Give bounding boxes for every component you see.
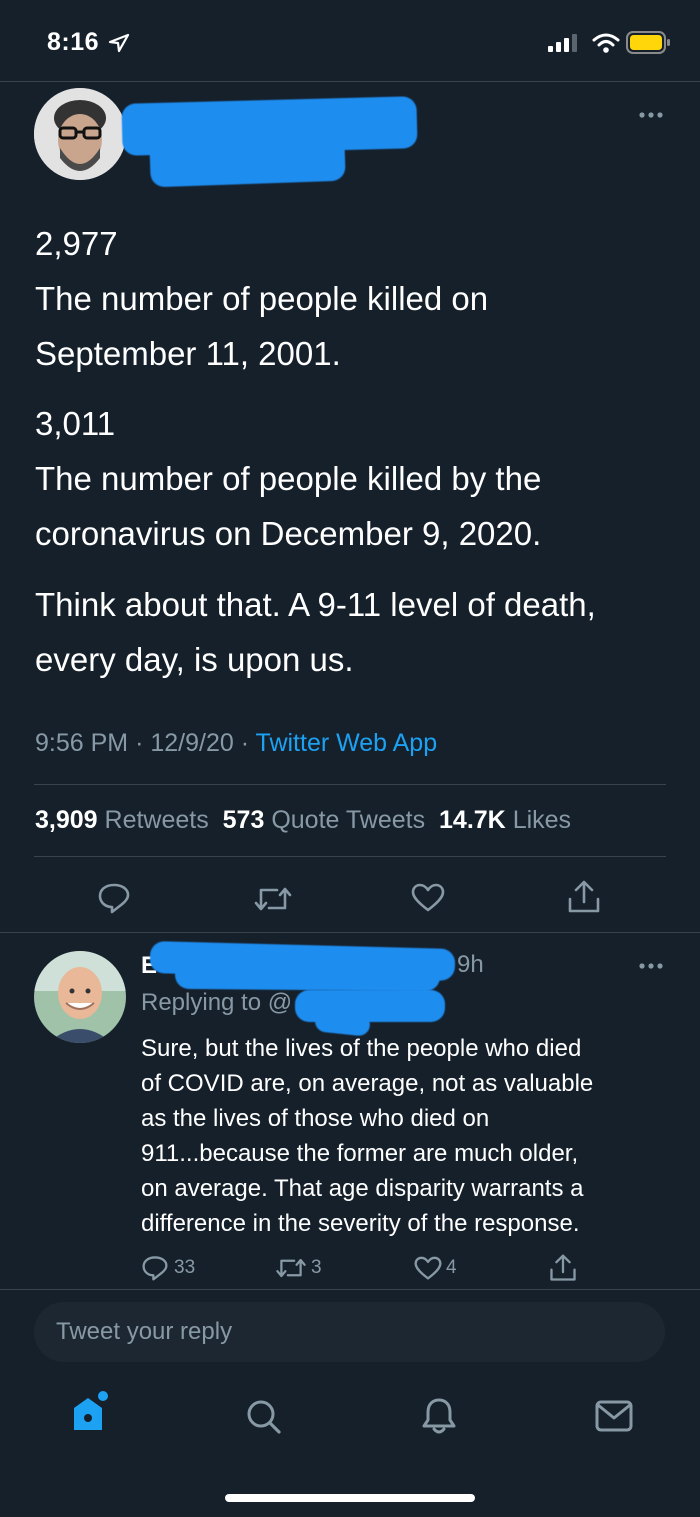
meta-divider <box>34 784 666 785</box>
reply-composer[interactable]: Tweet your reply <box>34 1302 665 1362</box>
retweets-stat[interactable]: 3,909 Retweets <box>35 806 209 834</box>
signal-icon <box>548 34 577 52</box>
tweet-line: every day, is upon us. <box>35 641 354 678</box>
reply-retweet-count: 3 <box>311 1257 322 1278</box>
likes-label: Likes <box>512 806 572 834</box>
tweet-line: 2,977 <box>35 225 118 262</box>
reply-like-action[interactable]: 4 <box>414 1254 457 1282</box>
quotes-label: Quote Tweets <box>271 806 426 834</box>
reply-count: 33 <box>174 1257 196 1278</box>
more-icon[interactable] <box>639 111 663 119</box>
reply-line: difference in the severity of the respon… <box>141 1210 580 1237</box>
author-avatar[interactable] <box>34 88 126 180</box>
header-divider <box>0 81 700 82</box>
tweet-line: Think about that. A 9-11 level of death, <box>35 586 596 623</box>
tweet-line: September 11, 2001. <box>35 335 341 372</box>
retweet-icon[interactable] <box>253 884 293 914</box>
replying-to: Replying to @ <box>141 989 293 1016</box>
composer-divider <box>0 1289 700 1290</box>
like-icon[interactable] <box>411 883 445 913</box>
retweets-count: 3,909 <box>35 806 98 834</box>
retweet-icon <box>276 1258 306 1278</box>
tweet-source-link[interactable]: Twitter Web App <box>256 729 438 757</box>
likes-stat[interactable]: 14.7K Likes <box>439 806 571 834</box>
wifi-icon <box>592 33 620 53</box>
share-icon[interactable] <box>567 880 601 914</box>
messages-icon[interactable] <box>595 1400 633 1432</box>
reply-icon <box>142 1256 168 1281</box>
reply-line: 911...because the former are much older, <box>141 1140 579 1167</box>
tweet-date: 12/9/20 <box>150 729 234 757</box>
status-time: 8:16 <box>47 28 100 56</box>
tweet-divider <box>0 932 700 933</box>
replier-handle-redaction <box>174 960 441 992</box>
location-arrow-icon <box>108 33 130 53</box>
author-handle-redaction <box>149 132 346 188</box>
notifications-icon[interactable] <box>421 1396 457 1436</box>
tweet-paragraph-2: 3,011 The number of people killed by the… <box>35 396 675 561</box>
retweets-label: Retweets <box>104 806 209 834</box>
replier-avatar[interactable] <box>34 951 126 1043</box>
reply-age: 9h <box>457 951 484 978</box>
tweet-paragraph-1: 2,977 The number of people killed on Sep… <box>35 216 675 381</box>
home-indicator <box>225 1494 475 1502</box>
quotes-count: 573 <box>222 806 265 834</box>
tweet-meta: 9:56 PM · 12/9/20 · Twitter Web App <box>35 729 437 758</box>
home-icon[interactable] <box>70 1390 110 1436</box>
tweet-line: The number of people killed on <box>35 280 489 317</box>
reply-line: of COVID are, on average, not as valuabl… <box>141 1070 594 1097</box>
tweet-paragraph-3: Think about that. A 9-11 level of death,… <box>35 577 695 687</box>
share-icon[interactable] <box>549 1254 577 1282</box>
reply-like-count: 4 <box>446 1257 457 1278</box>
meta-separator: · <box>240 729 250 757</box>
quotes-stat[interactable]: 573 Quote Tweets <box>223 806 425 834</box>
tweet-time: 9:56 PM <box>35 729 129 757</box>
like-icon <box>414 1256 442 1280</box>
reply-retweet-action[interactable]: 3 <box>274 1254 322 1282</box>
battery-icon <box>626 31 670 54</box>
reply-icon[interactable] <box>97 882 131 914</box>
reply-line: as the lives of those who died on <box>141 1105 490 1132</box>
tweet-line: 3,011 <box>35 405 116 442</box>
likes-count: 14.7K <box>439 806 506 834</box>
stats-divider <box>34 856 666 857</box>
tweet-stats: 3,909 Retweets 573 Quote Tweets 14.7K Li… <box>35 806 571 835</box>
meta-separator: · <box>135 729 144 757</box>
tweet-line: The number of people killed by the <box>35 460 542 497</box>
reply-line: Sure, but the lives of the people who di… <box>141 1035 582 1062</box>
reply-body: Sure, but the lives of the people who di… <box>141 1031 681 1241</box>
reply-line: on average. That age disparity warrants … <box>141 1175 584 1202</box>
reply-reply-action[interactable]: 33 <box>141 1254 195 1282</box>
tweet-line: coronavirus on December 9, 2020. <box>35 515 542 552</box>
search-icon[interactable] <box>245 1398 283 1436</box>
more-icon[interactable] <box>639 962 663 970</box>
